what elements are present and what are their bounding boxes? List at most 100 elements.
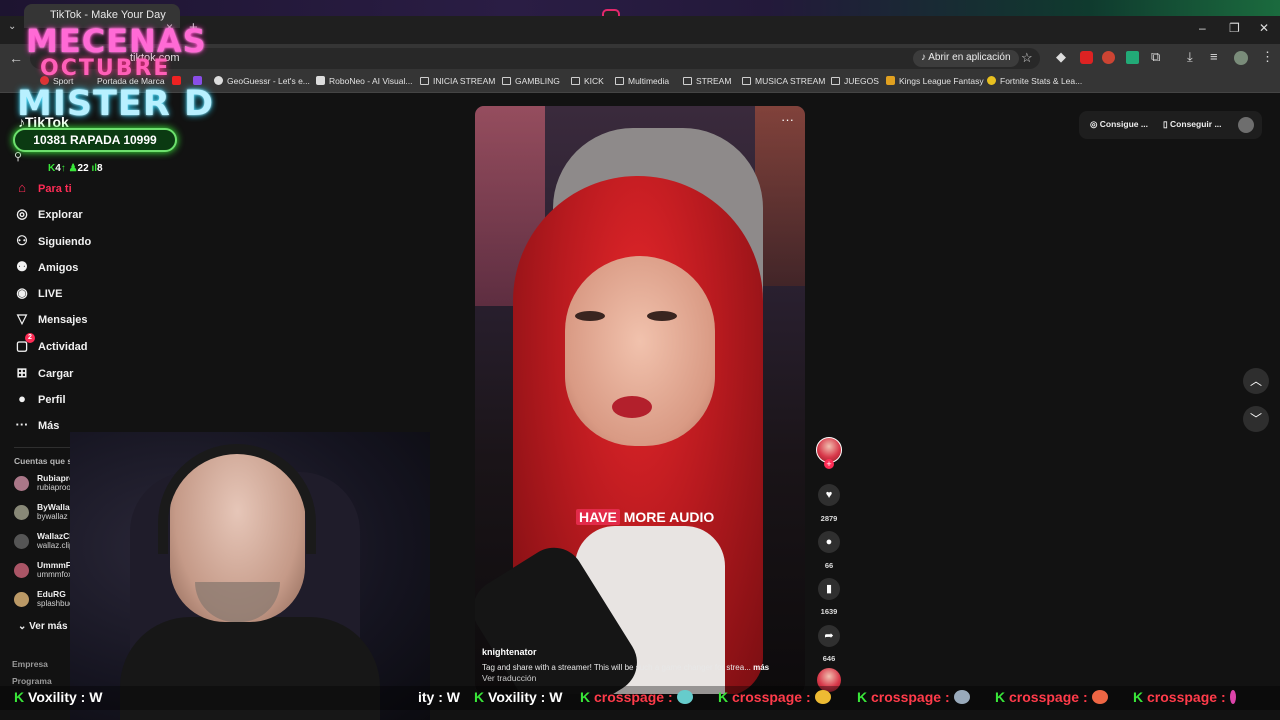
extensions-puzzle-icon[interactable]: ⧉ [1151,49,1160,65]
restore-icon[interactable]: ❐ [1229,21,1240,35]
bookmark-label: KICK [584,76,604,86]
like-count: 2879 [820,514,838,523]
sidebar-item-label: Mensajes [38,314,88,326]
folder-icon [615,77,624,85]
translate-link[interactable]: Ver traducción [482,673,536,683]
bookmark-fortnite-stats[interactable]: Fortnite Stats & Lea... [987,76,1082,86]
chevron-down-icon: ⌄ [18,621,30,632]
window-close-icon[interactable]: ✕ [1259,21,1269,35]
downloads-icon[interactable]: ⤓ [1187,49,1193,65]
kick-icon: K [580,689,591,705]
footer-link-programa[interactable]: Programa [12,676,52,686]
extension-green-icon[interactable] [1126,51,1139,64]
follow-plus-icon[interactable]: + [824,459,834,469]
emote-icon [953,690,970,704]
back-icon[interactable]: ← [9,50,23,66]
bookmark-folder-multimedia[interactable]: Multimedia [615,76,669,86]
bookmark-folder-musica-stream[interactable]: MUSICA STREAM [742,76,825,86]
bookmark-label: GAMBLING [515,76,560,86]
video-options-icon[interactable]: ··· [781,112,794,127]
avatar [14,476,29,491]
sidebar-item-siguiendo[interactable]: ⚇ Siguiendo [14,233,91,253]
get-coins-label: Consigue ... [1099,119,1148,129]
screen: ⌄ TikTok - Make Your Day × + – ❐ ✕ ← tik… [0,0,1280,720]
user-avatar[interactable] [1238,117,1254,133]
kick-icon: K [718,689,729,705]
emote-icon [814,690,831,704]
comment-button[interactable]: ● [818,531,840,553]
minimize-icon[interactable]: – [1199,21,1206,35]
bookmark-folder-gambling[interactable]: GAMBLING [502,76,560,86]
sidebar-item-mensajes[interactable]: ▽ Mensajes [14,311,88,331]
search-icon[interactable]: ⚲ [14,150,22,163]
bookmark-star-icon[interactable]: ☆ [1021,50,1033,66]
home-icon: ⌂ [18,180,26,195]
bookmark-icon: ▮ [825,583,833,595]
get-app-button[interactable]: ▯ Conseguir ... [1155,116,1230,134]
bookmark-label: STREAM [696,76,732,86]
sidebar-item-label: Para ti [38,183,72,195]
reading-list-icon[interactable]: ≡ [1210,49,1218,64]
sidebar-item-perfil[interactable]: ● Perfil [14,391,66,411]
bookmark-roboneo[interactable]: RoboNeo - AI Visual... [316,76,412,86]
sidebar-item-mas[interactable]: ··· Más [14,417,60,437]
ticker-text: crosspage : [594,689,673,705]
ticker-item: K crosspage : [580,689,697,705]
comment-count: 66 [824,561,834,570]
browser-profile-avatar[interactable] [1234,51,1248,65]
open-in-app-button[interactable]: ♪ Abrir en aplicación [913,50,1019,67]
sidebar-item-amigos[interactable]: ⚉ Amigos [14,259,78,279]
tab-search-icon[interactable]: ⌄ [8,21,16,32]
sidebar-item-para-ti[interactable]: ⌂ Para ti [14,180,72,200]
bookmark-folder-inicia-stream[interactable]: INICIA STREAM [420,76,495,86]
share-button[interactable]: ➦ [818,625,840,647]
extension-counter-icon[interactable] [1102,51,1115,64]
sidebar-item-cargar[interactable]: ⊞ Cargar [14,365,74,385]
video-author[interactable]: knightenator [482,647,537,657]
footer-link-empresa[interactable]: Empresa [12,659,48,669]
extension-diamond-icon[interactable]: ◆ [1056,49,1066,65]
sidebar-item-label: Perfil [38,394,66,406]
video-player[interactable]: HAVE MORE AUDIO ··· knightenator Tag and… [475,106,805,694]
sidebar-item-explorar[interactable]: ◎ Explorar [14,206,82,226]
sidebar-item-label: Actividad [38,341,88,353]
upload-icon: ⊞ [16,365,28,380]
get-coins-button[interactable]: ◎ Consigue ... [1082,116,1156,134]
share-icon: ➦ [824,630,834,642]
description-more-link[interactable]: más [753,663,769,672]
sidebar-item-actividad[interactable]: ▢ 2 Actividad [14,333,88,358]
profile-icon: ● [18,391,26,406]
open-in-app-label: Abrir en aplicación [928,52,1011,63]
avatar [14,505,29,520]
messages-icon: ▽ [17,311,27,326]
previous-video-button[interactable]: ︿ [1243,368,1269,394]
ticker-text: crosspage : [1009,689,1088,705]
account-name: EduRG [37,589,66,599]
bookmark-folder-juegos[interactable]: JUEGOS [831,76,879,86]
ticker-text: crosspage : [871,689,950,705]
extension-red-icon[interactable] [1080,51,1093,64]
see-more-link[interactable]: ⌄ Ver más [18,621,68,632]
save-button[interactable]: ▮ [818,578,840,600]
bookmark-folder-kick[interactable]: KICK [571,76,604,86]
overlay-stat-value: 8 [97,163,103,174]
account-handle: bywallaz [37,512,68,521]
chevron-up-icon: ︿ [1249,374,1262,388]
bookmark-kings-league[interactable]: Kings League Fantasy [886,76,984,86]
video-caption: HAVE MORE AUDIO [576,509,714,525]
bookmark-geoguessr[interactable]: GeoGuessr - Let's e... [214,76,310,86]
like-button[interactable]: ♥ [818,484,840,506]
bookmark-folder-stream[interactable]: STREAM [683,76,731,86]
browser-menu-icon[interactable]: ⋮ [1261,49,1274,65]
overlay-goal-counter: 10381 RAPADA 10999 [13,128,177,152]
folder-icon [571,77,580,85]
bookmark-label: RoboNeo - AI Visual... [329,76,413,86]
sidebar-item-live[interactable]: ◉ LIVE [14,285,62,305]
kick-icon: K [857,689,868,705]
save-count: 1639 [820,607,838,616]
bookmark-label: Kings League Fantasy [899,76,984,86]
comment-icon: ● [825,536,833,548]
next-video-button[interactable]: ﹀ [1243,406,1269,432]
kick-icon: K [474,689,485,705]
chevron-down-icon: ﹀ [1249,412,1262,426]
